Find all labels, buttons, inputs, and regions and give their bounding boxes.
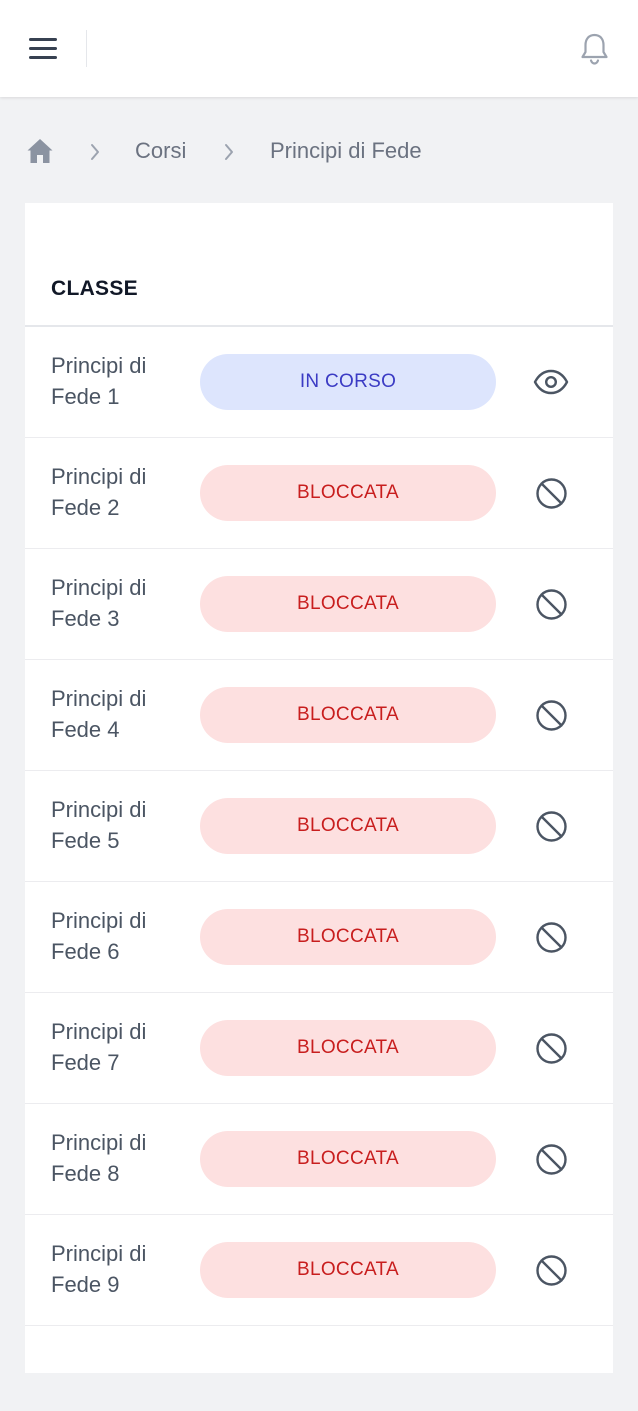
table-row: Principi di Fede 7 BLOCCATA xyxy=(25,993,613,1104)
blocked-icon-graphic xyxy=(535,921,567,953)
blocked-icon xyxy=(533,1031,569,1065)
table-row: Principi di Fede 2 BLOCCATA xyxy=(25,438,613,549)
blocked-icon-graphic xyxy=(535,699,567,731)
class-name: Principi di Fede 6 xyxy=(51,908,147,964)
eye-icon[interactable] xyxy=(533,365,569,399)
blocked-icon xyxy=(533,587,569,621)
status-badge: BLOCCATA xyxy=(200,1131,496,1187)
table-row: Principi di Fede 9 BLOCCATA xyxy=(25,1215,613,1326)
class-name: Principi di Fede 1 xyxy=(51,353,147,409)
class-name: Principi di Fede 8 xyxy=(51,1130,147,1186)
breadcrumb-item-corsi[interactable]: Corsi xyxy=(135,138,186,164)
status-badge: BLOCCATA xyxy=(200,687,496,743)
status-badge: BLOCCATA xyxy=(200,909,496,965)
blocked-icon-graphic xyxy=(535,1143,567,1175)
table-row: Principi di Fede 5 BLOCCATA xyxy=(25,771,613,882)
home-icon[interactable] xyxy=(26,137,54,165)
status-badge: BLOCCATA xyxy=(200,1242,496,1298)
chevron-right-icon xyxy=(222,143,236,161)
blocked-icon-graphic xyxy=(535,1032,567,1064)
breadcrumb: Corsi Principi di Fede xyxy=(26,135,626,169)
breadcrumb-item-principi-di-fede[interactable]: Principi di Fede xyxy=(270,138,422,164)
classes-card: CLASSE Principi di Fede 1 IN CORSO Princip… xyxy=(25,203,613,1373)
blocked-icon xyxy=(533,809,569,843)
table-row: Principi di Fede 1 IN CORSO xyxy=(25,327,613,438)
top-bar xyxy=(0,0,638,97)
bell-icon[interactable] xyxy=(578,31,611,67)
column-header-classe: CLASSE xyxy=(51,277,138,300)
header-divider xyxy=(86,30,87,67)
blocked-icon-graphic xyxy=(535,588,567,620)
table-row: Principi di Fede 6 BLOCCATA xyxy=(25,882,613,993)
table-row: Principi di Fede 8 BLOCCATA xyxy=(25,1104,613,1215)
class-name: Principi di Fede 9 xyxy=(51,1241,147,1297)
table-row: Principi di Fede 3 BLOCCATA xyxy=(25,549,613,660)
class-list: Principi di Fede 1 IN CORSO Principi di Fe… xyxy=(25,327,613,1326)
blocked-icon-graphic xyxy=(535,1254,567,1286)
blocked-icon xyxy=(533,476,569,510)
status-badge: BLOCCATA xyxy=(200,576,496,632)
table-row: Principi di Fede 4 BLOCCATA xyxy=(25,660,613,771)
status-badge: BLOCCATA xyxy=(200,798,496,854)
class-name: Principi di Fede 3 xyxy=(51,575,147,631)
blocked-icon xyxy=(533,1142,569,1176)
status-badge: BLOCCATA xyxy=(200,1020,496,1076)
eye-icon-graphic xyxy=(533,369,569,395)
blocked-icon xyxy=(533,920,569,954)
hamburger-menu-icon[interactable] xyxy=(29,36,58,60)
blocked-icon-graphic xyxy=(535,477,567,509)
status-badge: IN CORSO xyxy=(200,354,496,410)
chevron-right-icon xyxy=(88,143,102,161)
class-name: Principi di Fede 4 xyxy=(51,686,147,742)
blocked-icon xyxy=(533,698,569,732)
blocked-icon xyxy=(533,1253,569,1287)
class-name: Principi di Fede 2 xyxy=(51,464,147,520)
blocked-icon-graphic xyxy=(535,810,567,842)
table-header: CLASSE xyxy=(25,203,613,327)
status-badge: BLOCCATA xyxy=(200,465,496,521)
class-name: Principi di Fede 7 xyxy=(51,1019,147,1075)
class-name: Principi di Fede 5 xyxy=(51,797,147,853)
